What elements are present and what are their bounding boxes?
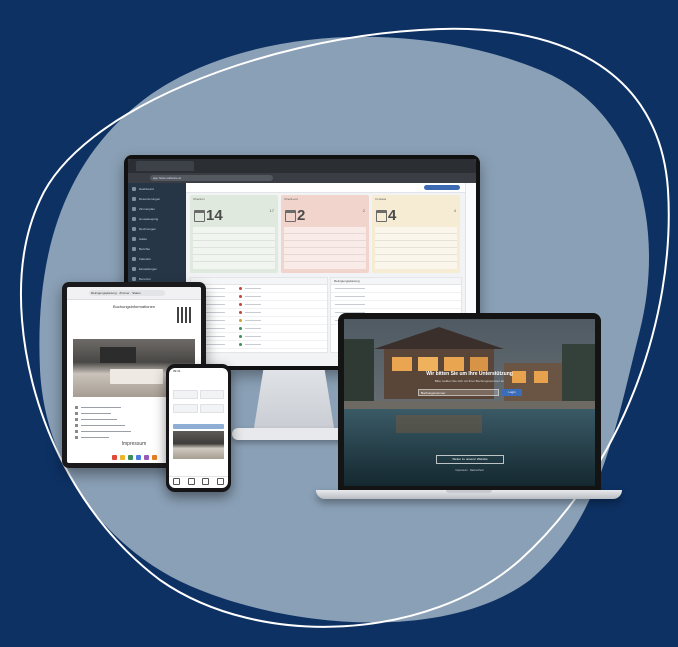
home-icon[interactable] [172, 478, 180, 485]
status-row[interactable] [191, 341, 327, 349]
card-table [284, 227, 366, 269]
sidebar-item[interactable]: Rechnungen [132, 225, 182, 233]
qr-code-icon [177, 307, 193, 323]
bed-icon[interactable] [187, 478, 195, 485]
login-button[interactable]: Login [502, 389, 522, 396]
sidebar-item-label: Rechnungen [139, 227, 157, 231]
promo-canvas: app.hotel-software.at Dashboard Reservier… [0, 0, 678, 647]
booking-number-input[interactable]: Buchungsnummer [418, 389, 499, 396]
tablet-browser-bar: Reinigungsplanung · Zimmer · Status [67, 287, 201, 300]
sidebar-item-label: Gäste [139, 237, 148, 241]
summary-card-inhouse[interactable]: Im Haus 4 4 [372, 195, 460, 273]
top-toolbar [186, 183, 466, 193]
tablet-address[interactable]: Reinigungsplanung · Zimmer · Status [89, 290, 165, 296]
status-dot [239, 303, 242, 306]
menu-icon [132, 187, 136, 191]
card-header: Im Haus [375, 197, 387, 201]
menu-icon [132, 227, 136, 231]
panel-header: Reinigungsplanung [331, 278, 461, 285]
bed-icon [194, 210, 205, 222]
phone-status-time: 09:41 [173, 369, 181, 373]
menu-icon [132, 267, 136, 271]
status-row[interactable] [191, 293, 327, 301]
panel-header [191, 278, 327, 285]
browser-tab[interactable] [136, 161, 194, 171]
card-header: Check-out [284, 197, 298, 201]
laptop-base [316, 490, 622, 499]
filter-icon[interactable] [217, 478, 225, 485]
bed-icon [285, 210, 296, 222]
sidebar-item[interactable]: Housekeeping [132, 215, 182, 223]
status-row[interactable] [191, 285, 327, 293]
address-url: app.hotel-software.at [150, 175, 273, 181]
phone-button-row [173, 390, 224, 399]
hero-subtitle: Bitte melden Sie sich mit Ihrer Buchungs… [434, 379, 505, 383]
login-form: Buchungsnummer Login [418, 389, 522, 396]
status-row[interactable] [191, 309, 327, 317]
sidebar-item-label: Berichte [139, 247, 151, 251]
menu-icon [132, 277, 136, 281]
room-status-panel [190, 277, 328, 353]
status-dot [239, 343, 242, 346]
card-mini-count: 2 [362, 208, 365, 213]
status-dot [239, 287, 242, 290]
browser-chrome [128, 159, 476, 173]
sidebar-item-label: Reservierungen [139, 197, 161, 201]
status-dot [239, 327, 242, 330]
status-dot [239, 319, 242, 322]
phone-primary-button[interactable] [173, 424, 224, 429]
status-dot [239, 335, 242, 338]
card-table [375, 227, 457, 269]
sidebar-item[interactable]: Reservierungen [132, 195, 182, 203]
sidebar-item-label: Kalender [139, 257, 152, 261]
sidebar-item[interactable]: Berichte [132, 245, 182, 253]
status-row[interactable] [191, 301, 327, 309]
menu-icon [132, 257, 136, 261]
sidebar-item-label: Dashboard [139, 187, 154, 191]
bed-icon [376, 210, 387, 222]
card-value: 14 [206, 207, 223, 224]
phone-screen: 09:41 [169, 368, 228, 488]
status-dot [239, 311, 242, 314]
sidebar-item-label: Einstellungen [139, 267, 158, 271]
card-value: 2 [297, 207, 306, 224]
website-button[interactable]: Weiter zu unserer Website [436, 455, 504, 464]
sidebar-item-label: Zimmerplan [139, 207, 155, 211]
sidebar-item-label: Benutzer [139, 277, 152, 281]
card-header: Check-in [193, 197, 205, 201]
sidebar-item[interactable]: Kalender [132, 255, 182, 263]
card-table [193, 227, 275, 269]
star-icon[interactable] [202, 478, 210, 485]
phone-bottom-nav [169, 476, 228, 486]
summary-card-checkout[interactable]: Check-out 2 2 [281, 195, 369, 273]
card-value: 4 [388, 207, 397, 224]
status-row[interactable] [191, 325, 327, 333]
status-row[interactable] [191, 333, 327, 341]
sidebar-item[interactable]: Gäste [132, 235, 182, 243]
card-mini-count: 17 [269, 208, 274, 213]
laptop-screen: Wir bitten Sie um Ihre Unterstützung Bit… [344, 319, 595, 486]
smartphone: 09:41 [166, 364, 231, 492]
toolbar-action-button[interactable] [424, 185, 460, 190]
sidebar-item-label: Housekeeping [139, 217, 159, 221]
sidebar-item[interactable]: Zimmerplan [132, 205, 182, 213]
menu-icon [132, 237, 136, 241]
imprint-link[interactable]: Impressum · Datenschutz [344, 469, 595, 472]
laptop: Wir bitten Sie um Ihre Unterstützung Bit… [338, 313, 601, 492]
status-dot [239, 295, 242, 298]
phone-button-row [173, 404, 224, 413]
sidebar-item[interactable]: Einstellungen [132, 265, 182, 273]
menu-icon [132, 247, 136, 251]
sidebar-item[interactable]: Dashboard [132, 185, 182, 193]
card-mini-count: 4 [453, 208, 456, 213]
phone-room-photo [173, 431, 224, 459]
menu-icon [132, 217, 136, 221]
hero-title: Wir bitten Sie um Ihre Unterstützung [426, 371, 513, 377]
menu-icon [132, 207, 136, 211]
menu-icon [132, 197, 136, 201]
status-row[interactable] [191, 317, 327, 325]
address-bar[interactable]: app.hotel-software.at [128, 173, 476, 183]
summary-card-checkin[interactable]: Check-in 14 17 [190, 195, 278, 273]
